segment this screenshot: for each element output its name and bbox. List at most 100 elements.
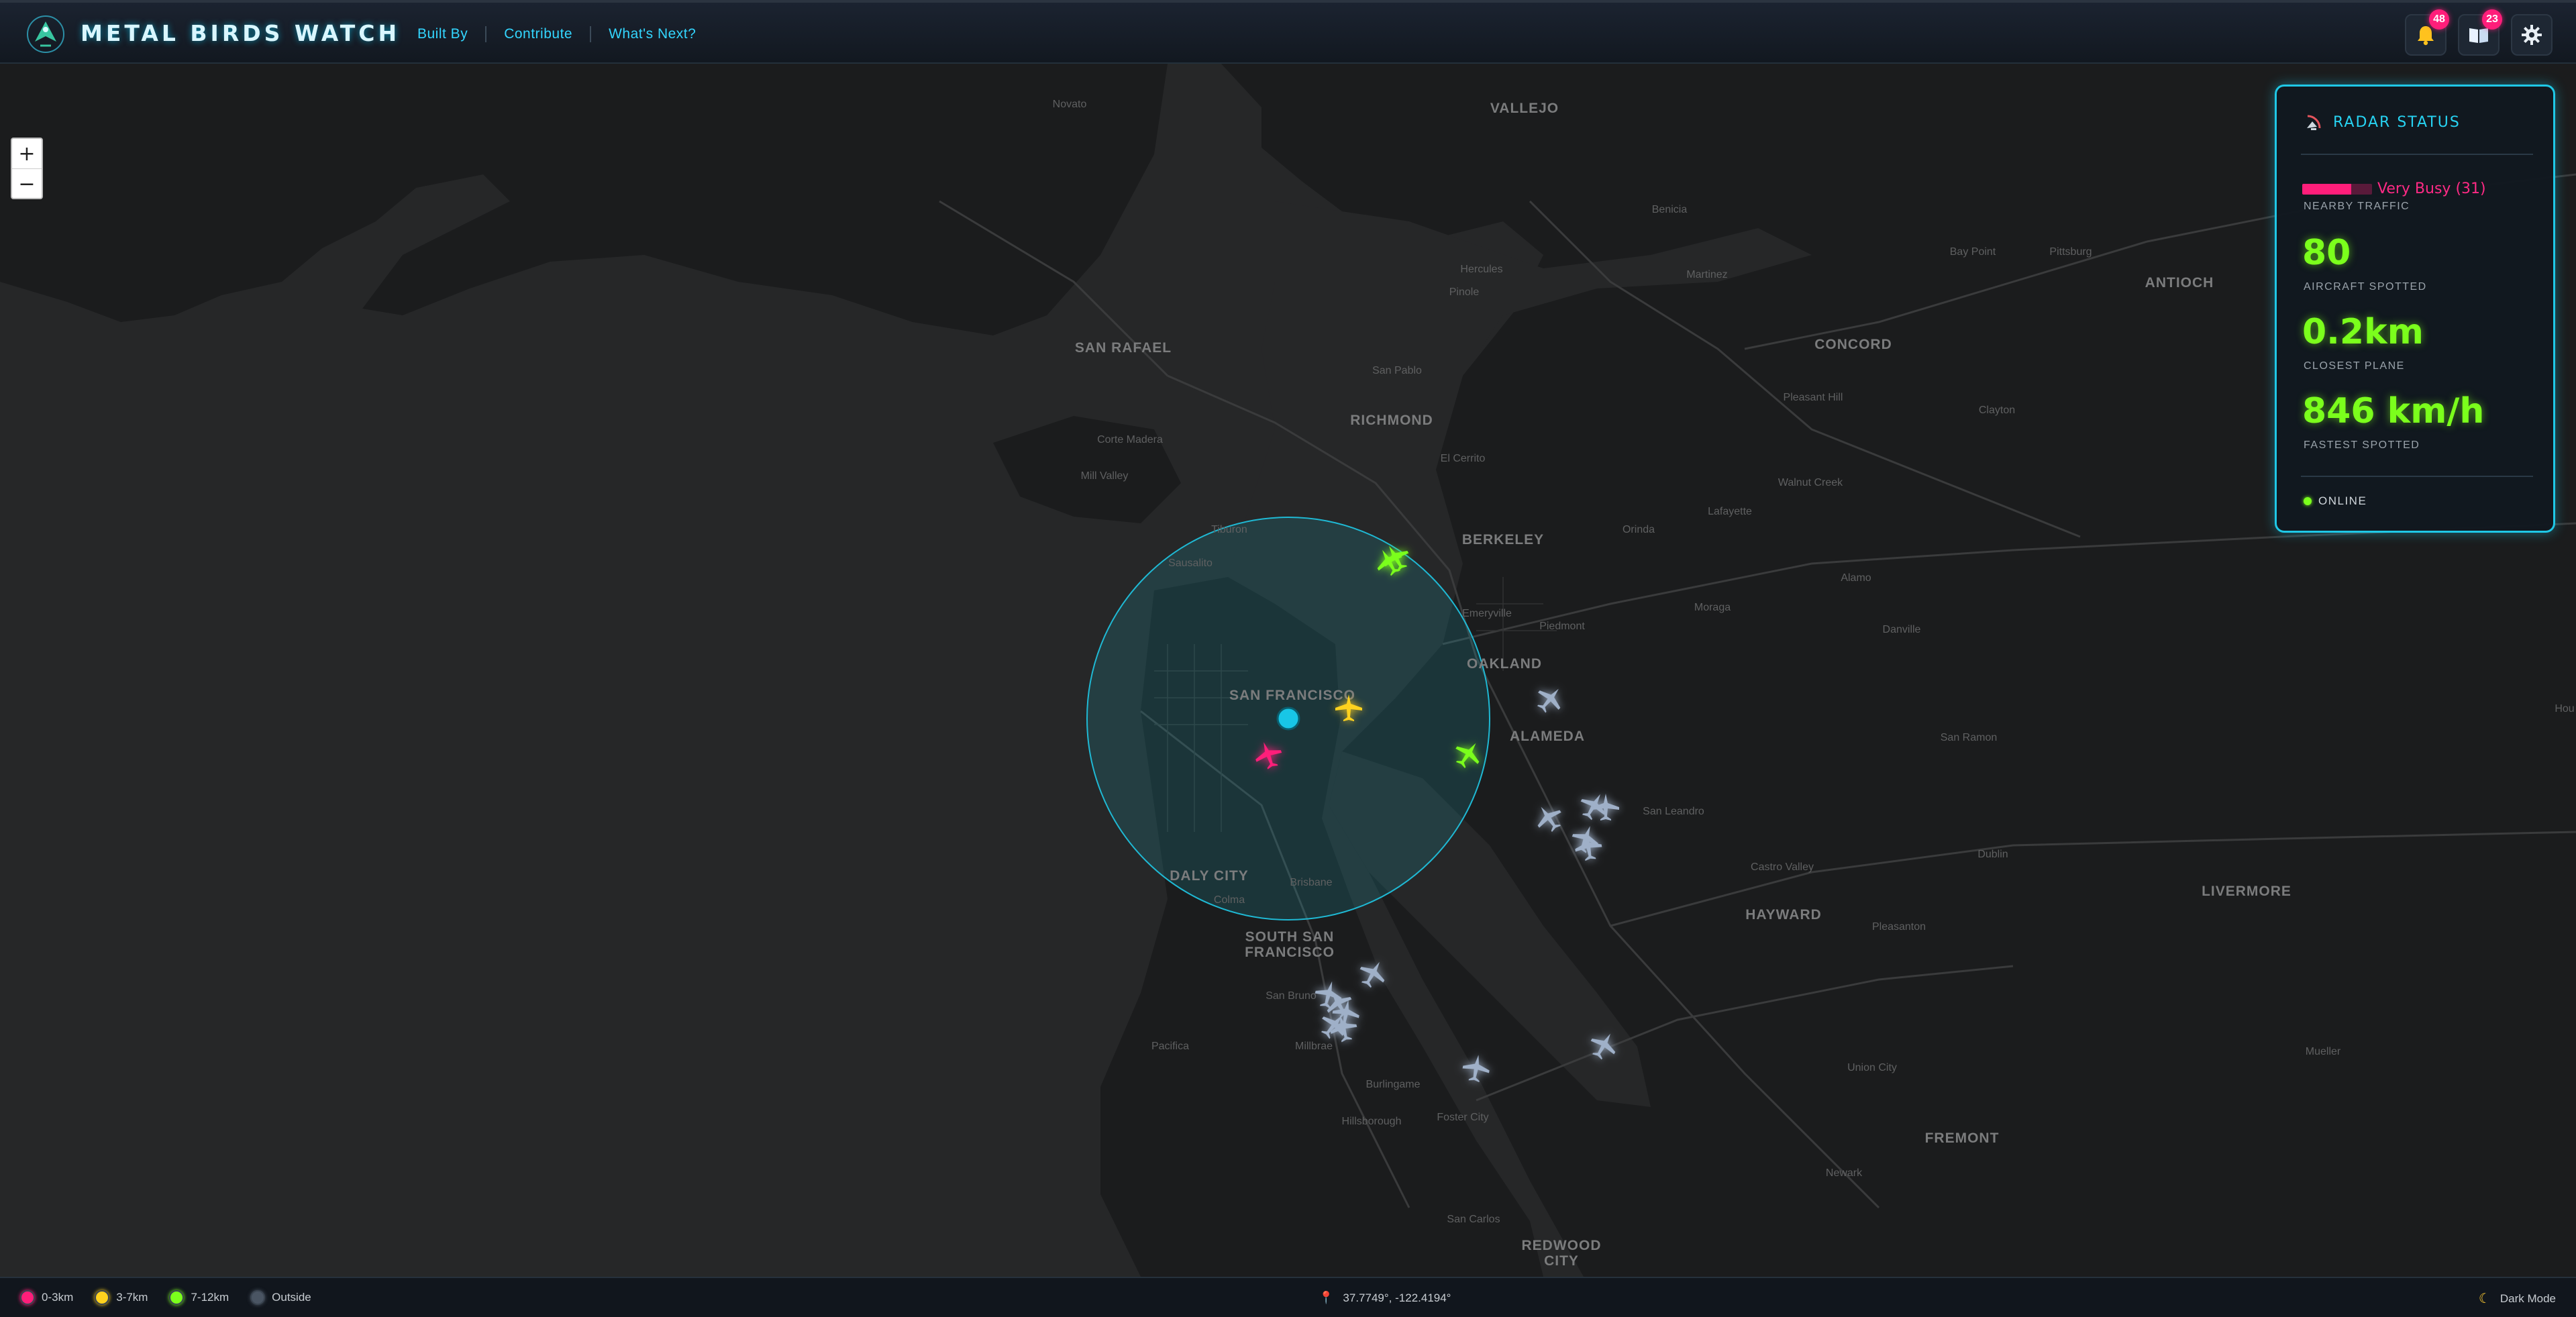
nav-whats-next[interactable]: What's Next? xyxy=(609,26,696,42)
closest-plane-value: 0.2km xyxy=(2302,312,2424,352)
place-label: REDWOOD xyxy=(1521,1238,1602,1253)
status-text: ONLINE xyxy=(2318,494,2367,507)
logo-icon xyxy=(27,15,64,53)
brand-title: METAL BIRDS WATCH xyxy=(81,20,401,46)
aircraft-icon[interactable] xyxy=(1590,791,1622,823)
nav-built-by[interactable]: Built By xyxy=(417,26,468,42)
logbook-badge: 23 xyxy=(2482,9,2502,30)
aircraft-icon[interactable] xyxy=(1457,1049,1495,1087)
panel-divider xyxy=(2301,154,2533,155)
traffic-label: NEARBY TRAFFIC xyxy=(2304,201,2410,212)
legend-swatch xyxy=(20,1290,35,1305)
panel-divider xyxy=(2301,476,2533,477)
panel-title-text: RADAR STATUS xyxy=(2333,113,2461,131)
traffic-bar xyxy=(2302,183,2372,195)
notifications-badge: 48 xyxy=(2429,9,2449,30)
place-label: Mill Valley xyxy=(1080,470,1129,482)
app-root: METAL BIRDS WATCH Built By Contribute Wh… xyxy=(0,0,2576,1317)
basemap xyxy=(0,64,2576,1277)
place-label: El Cerrito xyxy=(1440,453,1486,464)
place-label: Pleasant Hill xyxy=(1783,392,1843,403)
legend-swatch xyxy=(95,1290,110,1305)
place-label: Union City xyxy=(1847,1062,1897,1073)
legend-swatch xyxy=(250,1290,266,1305)
place-label: Corte Madera xyxy=(1097,434,1163,445)
closest-plane-label: CLOSEST PLANE xyxy=(2304,360,2405,372)
panel-title: RADAR STATUS xyxy=(2304,112,2461,132)
map-canvas[interactable]: Novato VALLEJO Benicia Martinez Bay Point Pit… xyxy=(0,64,2576,1277)
place-label: Danville xyxy=(1882,624,1921,635)
place-label: Bay Point xyxy=(1949,246,1996,258)
place-label: RICHMOND xyxy=(1350,413,1433,428)
place-label: SOUTH SAN xyxy=(1245,929,1335,945)
place-label: SAN RAFAEL xyxy=(1074,340,1172,356)
nav-contribute[interactable]: Contribute xyxy=(504,26,572,42)
radar-status-panel: RADAR STATUS Very Busy (31) NEARBY TRAFF… xyxy=(2275,85,2555,533)
top-bar: METAL BIRDS WATCH Built By Contribute Wh… xyxy=(0,0,2576,64)
place-label: Benicia xyxy=(1651,204,1688,215)
legend-label: 3-7km xyxy=(116,1291,148,1304)
place-label: Pittsburg xyxy=(2049,246,2092,258)
place-label: Walnut Creek xyxy=(1778,477,1843,488)
nav-divider xyxy=(590,26,592,42)
place-label: Burlingame xyxy=(1366,1079,1421,1090)
zoom-in-button[interactable]: + xyxy=(12,139,42,169)
location-readout: 📍 37.7749°, -122.4194° xyxy=(1319,1291,1451,1305)
place-label: Sausalito xyxy=(1168,558,1213,569)
place-label: DALY CITY xyxy=(1170,868,1249,884)
place-label: San Ramon xyxy=(1940,732,1998,743)
place-label: Pleasanton xyxy=(1871,921,1926,933)
distance-legend: 0-3km 3-7km 7-12km Outside xyxy=(20,1290,333,1305)
place-label: FREMONT xyxy=(1924,1130,2000,1146)
main-nav: Built By Contribute What's Next? xyxy=(417,26,696,42)
place-label: Emeryville xyxy=(1462,608,1512,619)
legend-item: 7-12km xyxy=(169,1290,229,1305)
aircraft-icon[interactable] xyxy=(1569,828,1607,865)
status-indicator: ONLINE xyxy=(2304,494,2367,508)
place-label: San Leandro xyxy=(1643,806,1704,817)
place-label: Mueller xyxy=(2305,1046,2341,1057)
bottom-bar: 0-3km 3-7km 7-12km Outside 📍 37.7749°, -… xyxy=(0,1277,2576,1317)
place-label: Castro Valley xyxy=(1751,861,1814,873)
legend-item: 0-3km xyxy=(20,1290,73,1305)
place-label: Dublin xyxy=(1977,849,2008,860)
place-label: ALAMEDA xyxy=(1510,729,1585,744)
traffic-text: Very Busy (31) xyxy=(2377,180,2486,197)
notifications-button[interactable]: 48 xyxy=(2405,9,2449,56)
place-label: Martinez xyxy=(1686,269,1728,280)
fastest-label: FASTEST SPOTTED xyxy=(2304,439,2420,451)
place-label: San Pablo xyxy=(1372,365,1422,376)
legend-item: Outside xyxy=(250,1290,311,1305)
place-label: Newark xyxy=(1825,1167,1863,1179)
settings-button[interactable] xyxy=(2511,14,2553,56)
theme-label: Dark Mode xyxy=(2500,1292,2556,1305)
place-label: ANTIOCH xyxy=(2145,275,2214,291)
place-label: OAKLAND xyxy=(1467,656,1542,672)
place-label: Pinole xyxy=(1449,286,1480,298)
place-label: San Bruno xyxy=(1266,990,1317,1002)
theme-toggle[interactable]: ☾ Dark Mode xyxy=(2479,1290,2556,1307)
place-label: VALLEJO xyxy=(1490,101,1559,116)
coordinates-text: 37.7749°, -122.4194° xyxy=(1343,1291,1451,1304)
place-label: BERKELEY xyxy=(1461,532,1545,547)
place-label: Alamo xyxy=(1841,572,1871,584)
legend-label: Outside xyxy=(272,1291,311,1304)
legend-item: 3-7km xyxy=(95,1290,148,1305)
zoom-out-button[interactable]: − xyxy=(12,169,42,199)
place-label: Lafayette xyxy=(1708,506,1752,517)
place-label: HAYWARD xyxy=(1745,907,1822,923)
place-label: Pacifica xyxy=(1151,1041,1190,1052)
aircraft-icon[interactable] xyxy=(1333,692,1365,724)
place-label: Hou xyxy=(2555,703,2575,715)
place-label: Piedmont xyxy=(1539,621,1585,632)
place-label: CONCORD xyxy=(1814,337,1892,352)
satellite-dish-icon xyxy=(2307,115,2321,130)
logbook-button[interactable]: 23 xyxy=(2458,9,2502,56)
legend-label: 0-3km xyxy=(42,1291,74,1304)
aircraft-label: AIRCRAFT SPOTTED xyxy=(2304,281,2427,293)
place-label: Novato xyxy=(1052,99,1087,110)
place-label: Brisbane xyxy=(1290,877,1333,888)
place-label: Moraga xyxy=(1694,602,1731,613)
place-label: San Carlos xyxy=(1447,1214,1500,1225)
place-label: LIVERMORE xyxy=(2202,884,2291,899)
